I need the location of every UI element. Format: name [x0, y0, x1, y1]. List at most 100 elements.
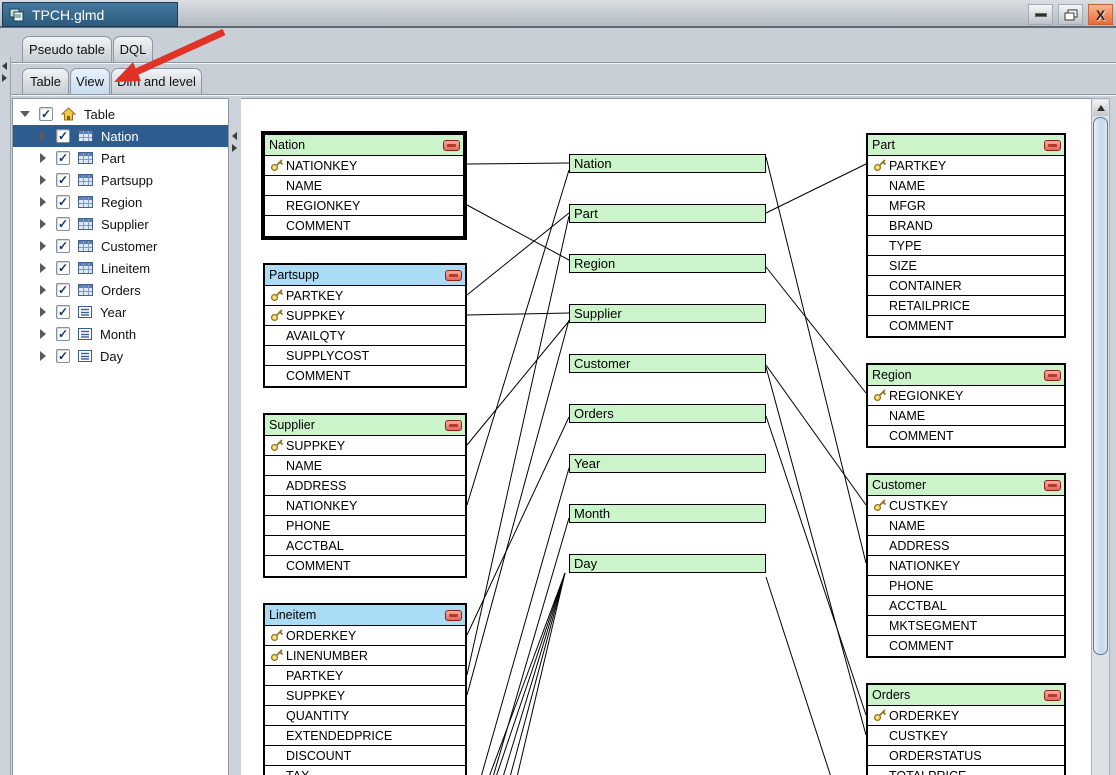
expand-arrow-icon[interactable]: [40, 153, 46, 163]
view-node-customer[interactable]: Customer: [569, 354, 766, 373]
entity-customer[interactable]: Customer CUSTKEY NAME ADDRESS NATIONKEY PHONE…: [866, 473, 1066, 658]
tree-root-table[interactable]: ✓ Table: [13, 103, 228, 125]
field-partkey[interactable]: PARTKEY: [265, 286, 465, 306]
entity-header[interactable]: Customer: [868, 475, 1064, 496]
collapse-left-icon[interactable]: [2, 62, 7, 70]
field-quantity[interactable]: QUANTITY: [265, 706, 465, 726]
field-retailprice[interactable]: RETAILPRICE: [868, 296, 1064, 316]
field-name[interactable]: NAME: [868, 176, 1064, 196]
field-brand[interactable]: BRAND: [868, 216, 1064, 236]
tab-dim-and-level[interactable]: Dim and level: [111, 68, 202, 94]
collapse-entity-button[interactable]: [445, 610, 462, 621]
tab-dql[interactable]: DQL: [113, 36, 153, 62]
field-comment[interactable]: COMMENT: [265, 556, 465, 576]
field-partkey[interactable]: PARTKEY: [868, 156, 1064, 176]
field-name[interactable]: NAME: [868, 516, 1064, 536]
field-phone[interactable]: PHONE: [868, 576, 1064, 596]
view-node-orders[interactable]: Orders: [569, 404, 766, 423]
entity-orders[interactable]: Orders ORDERKEY CUSTKEY ORDERSTATUS TOTALPRI…: [866, 683, 1066, 775]
view-node-region[interactable]: Region: [569, 254, 766, 273]
checkbox[interactable]: ✓: [56, 327, 70, 341]
scrollbar-thumb[interactable]: [1093, 117, 1108, 655]
field-orderstatus[interactable]: ORDERSTATUS: [868, 746, 1064, 766]
field-name[interactable]: NAME: [265, 176, 463, 196]
expand-arrow-icon[interactable]: [40, 329, 46, 339]
vertical-scrollbar[interactable]: [1091, 98, 1110, 775]
collapse-arrow-icon[interactable]: [20, 111, 30, 117]
tree-item-year[interactable]: ✓ Year: [13, 301, 228, 323]
tab-view[interactable]: View: [70, 68, 110, 94]
entity-header[interactable]: Part: [868, 135, 1064, 156]
field-orderkey[interactable]: ORDERKEY: [868, 706, 1064, 726]
checkbox[interactable]: ✓: [56, 305, 70, 319]
entity-part[interactable]: Part PARTKEY NAME MFGR BRAND TYPE SIZE CONTAINE…: [866, 133, 1066, 338]
minimize-button[interactable]: [1028, 4, 1053, 25]
field-custkey[interactable]: CUSTKEY: [868, 726, 1064, 746]
tree-diagram-splitter[interactable]: [229, 98, 241, 775]
field-supplycost[interactable]: SUPPLYCOST: [265, 346, 465, 366]
field-comment[interactable]: COMMENT: [265, 366, 465, 386]
view-node-day[interactable]: Day: [569, 554, 766, 573]
field-nationkey[interactable]: NATIONKEY: [265, 156, 463, 176]
field-regionkey[interactable]: REGIONKEY: [868, 386, 1064, 406]
tree-item-lineitem[interactable]: ✓ Lineitem: [13, 257, 228, 279]
field-availqty[interactable]: AVAILQTY: [265, 326, 465, 346]
collapse-entity-button[interactable]: [1044, 480, 1061, 491]
field-mktsegment[interactable]: MKTSEGMENT: [868, 616, 1064, 636]
view-node-nation[interactable]: Nation: [569, 154, 766, 173]
tree-item-day[interactable]: ✓ Day: [13, 345, 228, 367]
expand-arrow-icon[interactable]: [40, 285, 46, 295]
left-collapse-strip[interactable]: [0, 57, 11, 775]
entity-header[interactable]: Lineitem: [265, 605, 465, 626]
checkbox[interactable]: ✓: [56, 239, 70, 253]
view-node-supplier[interactable]: Supplier: [569, 304, 766, 323]
tree-item-part[interactable]: ✓ Part: [13, 147, 228, 169]
entity-header[interactable]: Nation: [265, 135, 463, 156]
expand-right-icon[interactable]: [2, 74, 7, 82]
field-suppkey[interactable]: SUPPKEY: [265, 686, 465, 706]
field-custkey[interactable]: CUSTKEY: [868, 496, 1064, 516]
checkbox[interactable]: ✓: [56, 261, 70, 275]
tree-item-customer[interactable]: ✓ Customer: [13, 235, 228, 257]
field-address[interactable]: ADDRESS: [868, 536, 1064, 556]
collapse-entity-button[interactable]: [445, 420, 462, 431]
entity-lineitem[interactable]: Lineitem ORDERKEY LINENUMBER PARTKEY SUPPKEY…: [263, 603, 467, 775]
expand-right-icon[interactable]: [232, 144, 237, 152]
view-node-year[interactable]: Year: [569, 454, 766, 473]
field-mfgr[interactable]: MFGR: [868, 196, 1064, 216]
tree-item-partsupp[interactable]: ✓ Partsupp: [13, 169, 228, 191]
expand-arrow-icon[interactable]: [40, 241, 46, 251]
entity-partsupp[interactable]: Partsupp PARTKEY SUPPKEY AVAILQTY SUPPLYCOST…: [263, 263, 467, 388]
field-comment[interactable]: COMMENT: [265, 216, 463, 236]
collapse-entity-button[interactable]: [443, 140, 460, 151]
entity-header[interactable]: Partsupp: [265, 265, 465, 286]
field-extendedprice[interactable]: EXTENDEDPRICE: [265, 726, 465, 746]
field-address[interactable]: ADDRESS: [265, 476, 465, 496]
field-orderkey[interactable]: ORDERKEY: [265, 626, 465, 646]
checkbox[interactable]: ✓: [56, 129, 70, 143]
expand-arrow-icon[interactable]: [40, 131, 46, 141]
restore-button[interactable]: [1058, 4, 1083, 25]
model-diagram-canvas[interactable]: Nation NATIONKEY NAME REGIONKEY COMMENT Parts…: [241, 98, 1091, 775]
collapse-entity-button[interactable]: [1044, 140, 1061, 151]
field-comment[interactable]: COMMENT: [868, 316, 1064, 336]
entity-supplier[interactable]: Supplier SUPPKEY NAME ADDRESS NATIONKEY PHONE…: [263, 413, 467, 578]
field-name[interactable]: NAME: [868, 406, 1064, 426]
tree-item-month[interactable]: ✓ Month: [13, 323, 228, 345]
field-totalprice[interactable]: TOTALPRICE: [868, 766, 1064, 775]
field-tax[interactable]: TAX: [265, 766, 465, 775]
checkbox[interactable]: ✓: [56, 173, 70, 187]
field-suppkey[interactable]: SUPPKEY: [265, 436, 465, 456]
tree-item-supplier[interactable]: ✓ Supplier: [13, 213, 228, 235]
expand-arrow-icon[interactable]: [40, 351, 46, 361]
view-node-part[interactable]: Part: [569, 204, 766, 223]
field-suppkey[interactable]: SUPPKEY: [265, 306, 465, 326]
tree-item-region[interactable]: ✓ Region: [13, 191, 228, 213]
view-node-month[interactable]: Month: [569, 504, 766, 523]
document-tab[interactable]: TPCH.glmd: [2, 2, 178, 27]
tab-pseudo-table[interactable]: Pseudo table: [22, 36, 112, 62]
field-phone[interactable]: PHONE: [265, 516, 465, 536]
field-size[interactable]: SIZE: [868, 256, 1064, 276]
entity-header[interactable]: Orders: [868, 685, 1064, 706]
expand-arrow-icon[interactable]: [40, 263, 46, 273]
